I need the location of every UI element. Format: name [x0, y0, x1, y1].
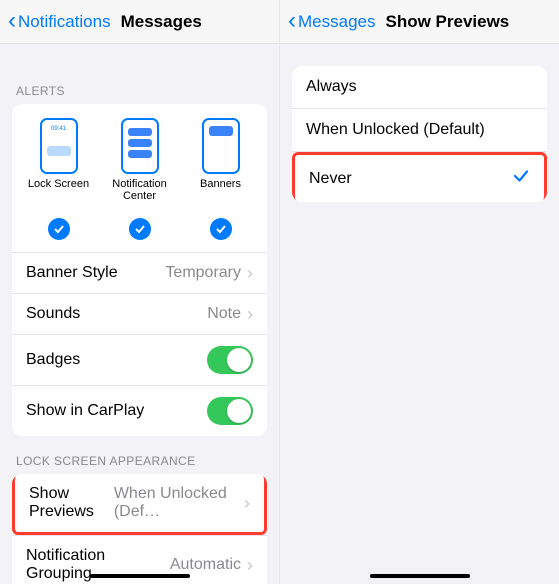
option-when-unlocked[interactable]: When Unlocked (Default) [292, 109, 547, 152]
home-indicator[interactable] [370, 574, 470, 578]
label-banner-style: Banner Style [26, 264, 118, 282]
content-right: Always When Unlocked (Default) Never [280, 44, 559, 584]
section-header-alerts: ALERTS [0, 66, 279, 104]
chevron-right-icon: › [247, 305, 253, 323]
check-banners[interactable] [210, 218, 232, 240]
check-lock-screen[interactable] [48, 218, 70, 240]
option-label-unlocked: When Unlocked (Default) [306, 121, 485, 139]
alert-option-banners[interactable]: Banners [180, 118, 261, 204]
navbar-left: ‹ Notifications Messages [0, 0, 279, 44]
back-label: Notifications [18, 12, 111, 32]
value-sounds: Note [207, 305, 241, 323]
value-grouping: Automatic [170, 556, 241, 574]
check-notification-center[interactable] [129, 218, 151, 240]
banners-preview-icon [202, 118, 240, 174]
settings-messages-notifications-screen: ‹ Notifications Messages x ALERTS 09:41 … [0, 0, 280, 584]
alert-option-notification-center[interactable]: Notification Center [99, 118, 180, 204]
notification-center-preview-icon [121, 118, 159, 174]
value-banner-style: Temporary [165, 264, 241, 282]
show-previews-screen: ‹ Messages Show Previews Always When Unl… [280, 0, 559, 584]
checkmark-icon [512, 167, 530, 190]
alert-option-lock-screen[interactable]: 09:41 Lock Screen [18, 118, 99, 204]
alerts-card: 09:41 Lock Screen Notification Center [12, 104, 267, 436]
alert-style-row: 09:41 Lock Screen Notification Center [12, 104, 267, 214]
option-label-never: Never [309, 170, 352, 188]
label-sounds: Sounds [26, 305, 80, 323]
alert-label-lock: Lock Screen [28, 178, 89, 204]
switch-badges[interactable] [207, 346, 253, 374]
chevron-right-icon: › [244, 494, 250, 512]
option-never[interactable]: Never [292, 152, 547, 202]
back-button-messages[interactable]: ‹ Messages [288, 11, 375, 33]
back-button-notifications[interactable]: ‹ Notifications [8, 11, 111, 33]
lock-appearance-card: Show Previews When Unlocked (Def…› Notif… [12, 474, 267, 584]
alert-label-center: Notification Center [99, 178, 180, 204]
back-label-right: Messages [298, 12, 375, 32]
chevron-left-icon: ‹ [288, 9, 296, 33]
chevron-right-icon: › [247, 264, 253, 282]
alert-check-row [12, 214, 267, 252]
switch-carplay[interactable] [207, 397, 253, 425]
option-always[interactable]: Always [292, 66, 547, 109]
section-header-lock-appearance: LOCK SCREEN APPEARANCE [0, 436, 279, 474]
alert-label-banners: Banners [200, 178, 241, 204]
label-show-previews: Show Previews [29, 485, 114, 521]
previews-options-card: Always When Unlocked (Default) Never [292, 66, 547, 202]
navbar-right: ‹ Messages Show Previews [280, 0, 559, 44]
home-indicator[interactable] [90, 574, 190, 578]
label-badges: Badges [26, 351, 80, 369]
row-carplay: Show in CarPlay [12, 385, 267, 436]
row-sounds[interactable]: Sounds Note › [12, 293, 267, 334]
lock-screen-preview-icon: 09:41 [40, 118, 78, 174]
row-badges: Badges [12, 334, 267, 385]
label-carplay: Show in CarPlay [26, 402, 144, 420]
page-title-right: Show Previews [385, 12, 509, 32]
page-title-left: Messages [121, 12, 202, 32]
content-left: x ALERTS 09:41 Lock Screen [0, 44, 279, 584]
option-label-always: Always [306, 78, 357, 96]
chevron-right-icon: › [247, 556, 253, 574]
row-show-previews[interactable]: Show Previews When Unlocked (Def… › [12, 474, 267, 535]
chevron-left-icon: ‹ [8, 9, 16, 33]
row-banner-style[interactable]: Banner Style Temporary › [12, 252, 267, 293]
value-show-previews: When Unlocked (Def… [114, 485, 238, 521]
